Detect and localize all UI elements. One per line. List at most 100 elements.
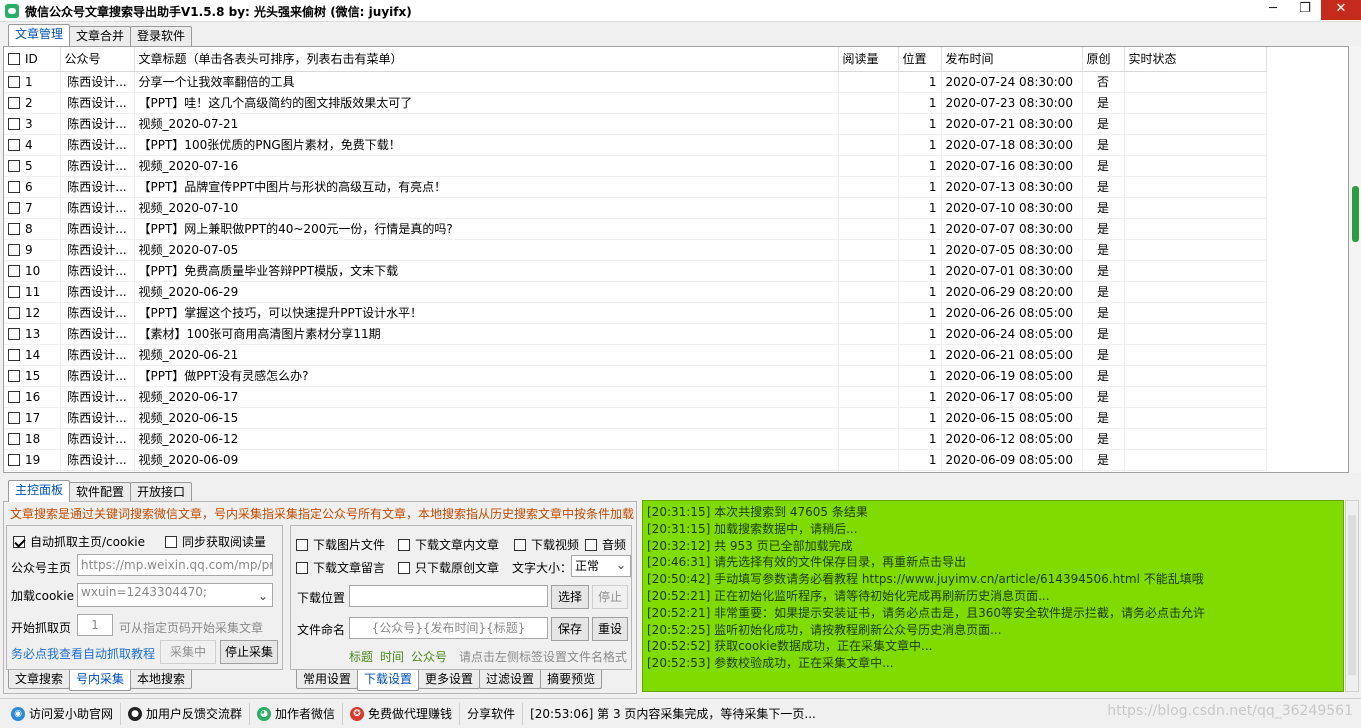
row-checkbox[interactable] [8, 159, 20, 172]
row-checkbox[interactable] [8, 138, 20, 151]
select-folder-button[interactable]: 选择 [551, 585, 589, 609]
table-row[interactable]: 4 陈西设计... 【PPT】100张优质的PNG图片素材，免费下载！ 1 2020-0… [4, 134, 1267, 156]
header-position[interactable]: 位置 [898, 47, 942, 72]
table-row[interactable]: 1 陈西设计... 分享一个让我效率翻倍的工具 1 2020-07-24 08:30:0… [4, 71, 1267, 93]
grid-scrollbar[interactable] [1350, 46, 1361, 473]
download-video-checkbox[interactable]: 下载视频 [514, 536, 579, 553]
chevron-down-icon[interactable]: ⌄ [258, 588, 268, 604]
row-checkbox[interactable] [8, 432, 20, 445]
file-naming-input[interactable]: {公众号}{发布时间}{标题} [349, 617, 548, 639]
tab-summary-preview[interactable]: 摘要预览 [540, 670, 603, 689]
tab-local-search[interactable]: 本地搜索 [130, 670, 193, 689]
tab-article-search[interactable]: 文章搜索 [8, 670, 71, 689]
header-account[interactable]: 公众号 [60, 47, 135, 72]
original-only-checkbox[interactable]: 只下载原创文章 [398, 559, 499, 576]
download-location-input[interactable] [349, 585, 548, 607]
log-panel[interactable]: [20:31:15] 本次共搜索到 47605 条结果 [20:31:15] 加载… [642, 500, 1344, 692]
sync-reads-check[interactable] [165, 536, 177, 548]
log-scrollbar-thumb[interactable] [1348, 515, 1356, 675]
audio-check[interactable] [585, 539, 597, 551]
header-original[interactable]: 原创 [1082, 47, 1125, 72]
row-checkbox[interactable] [8, 390, 20, 403]
sync-reads-checkbox[interactable]: 同步获取阅读量 [165, 533, 266, 550]
audio-checkbox[interactable]: 音频 [585, 536, 626, 553]
table-row[interactable]: 12 陈西设计... 【PPT】掌握这个技巧，可以快速提升PPT设计水平！ 1 2020… [4, 302, 1267, 324]
table-row[interactable]: 3 陈西设计... 视频_2020-07-21 1 2020-07-21 08:30:0… [4, 113, 1267, 135]
download-comments-check[interactable] [296, 562, 308, 574]
save-naming-button[interactable]: 保存 [551, 617, 589, 641]
row-checkbox[interactable] [8, 348, 20, 361]
row-checkbox[interactable] [8, 117, 20, 130]
header-id[interactable]: ID [4, 47, 61, 72]
original-only-check[interactable] [398, 562, 410, 574]
tag-time[interactable]: 时间 [380, 648, 404, 665]
download-comments-checkbox[interactable]: 下载文章留言 [296, 559, 385, 576]
table-row[interactable]: 18 陈西设计... 视频_2020-06-12 1 2020-06-12 08:05:… [4, 428, 1267, 450]
table-row[interactable]: 10 陈西设计... 【PPT】免费高质量毕业答辩PPT模版，文末下载 1 2020-0… [4, 260, 1267, 282]
row-checkbox[interactable] [8, 369, 20, 382]
tutorial-link[interactable]: 务必点我查看自动抓取教程 [11, 645, 155, 662]
tab-account-collect[interactable]: 号内采集 [69, 670, 132, 691]
tab-login-software[interactable]: 登录软件 [130, 26, 193, 46]
header-title[interactable]: 文章标题（单击各表头可排序，列表右击有菜单） [134, 47, 839, 72]
grid-scrollbar-thumb[interactable] [1352, 186, 1359, 242]
cookie-input[interactable]: wxuin=1243304470; ⌄ [77, 583, 273, 607]
row-checkbox[interactable] [8, 243, 20, 256]
row-checkbox[interactable] [8, 327, 20, 340]
share-software-button[interactable]: 分享软件 [460, 702, 524, 725]
download-images-checkbox[interactable]: 下载图片文件 [296, 536, 385, 553]
table-row[interactable]: 14 陈西设计... 视频_2020-06-21 1 2020-06-21 08:05:… [4, 344, 1267, 366]
download-images-check[interactable] [296, 539, 308, 551]
collecting-button[interactable]: 采集中 [160, 640, 216, 664]
font-size-select[interactable]: 正常 ⌄ [571, 555, 631, 577]
row-checkbox[interactable] [8, 180, 20, 193]
row-checkbox[interactable] [8, 222, 20, 235]
tab-main-panel[interactable]: 主控面板 [8, 480, 71, 502]
table-row[interactable]: 16 陈西设计... 视频_2020-06-17 1 2020-06-17 08:05:… [4, 386, 1267, 408]
table-row[interactable]: 7 陈西设计... 视频_2020-07-10 1 2020-07-10 08:30:0… [4, 197, 1267, 219]
row-checkbox[interactable] [8, 411, 20, 424]
tab-filter-settings[interactable]: 过滤设置 [479, 670, 542, 689]
tab-common-settings[interactable]: 常用设置 [296, 670, 359, 689]
reset-naming-button[interactable]: 重设 [592, 617, 628, 641]
row-checkbox[interactable] [8, 201, 20, 214]
tag-title[interactable]: 标题 [349, 648, 373, 665]
log-scrollbar[interactable] [1345, 500, 1359, 692]
row-checkbox[interactable] [8, 264, 20, 277]
stop-download-button[interactable]: 停止 [592, 585, 628, 609]
table-row[interactable]: 17 陈西设计... 视频_2020-06-15 1 2020-06-15 08:05:… [4, 407, 1267, 429]
start-page-input[interactable]: 1 [77, 614, 113, 636]
join-group-button[interactable]: ● 加用户反馈交流群 [121, 702, 251, 725]
tab-article-merge[interactable]: 文章合并 [69, 26, 132, 46]
stop-collect-button[interactable]: 停止采集 [220, 640, 278, 664]
table-row[interactable]: 9 陈西设计... 视频_2020-07-05 1 2020-07-05 08:30:0… [4, 239, 1267, 261]
tab-more-settings[interactable]: 更多设置 [418, 670, 481, 689]
table-row[interactable]: 6 陈西设计... 【PPT】品牌宣传PPT中图片与形状的高级互动，有亮点！ 1 202… [4, 176, 1267, 198]
table-row[interactable]: 8 陈西设计... 【PPT】网上兼职做PPT的40~200元一份，行情是真的吗? 1… [4, 218, 1267, 240]
select-all-checkbox[interactable] [8, 52, 20, 65]
table-row[interactable]: 11 陈西设计... 视频_2020-06-29 1 2020-06-29 08:20:… [4, 281, 1267, 303]
tab-article-manage[interactable]: 文章管理 [8, 24, 71, 46]
header-reads[interactable]: 阅读量 [838, 47, 899, 72]
table-row[interactable]: 2 陈西设计... 【PPT】哇！这几个高级简约的图文排版效果太可了 1 2020-07… [4, 92, 1267, 114]
row-checkbox[interactable] [8, 75, 20, 88]
row-checkbox[interactable] [8, 306, 20, 319]
homepage-input[interactable]: https://mp.weixin.qq.com/mp/profile_ext [77, 554, 273, 576]
minimize-button[interactable]: ─ [1257, 0, 1289, 20]
table-row[interactable]: 5 陈西设计... 视频_2020-07-16 1 2020-07-16 08:30:0… [4, 155, 1267, 177]
table-row[interactable]: 13 陈西设计... 【素材】100张可商用高清图片素材分享11期 1 2020-06-… [4, 323, 1267, 345]
row-checkbox[interactable] [8, 453, 20, 466]
tab-download-settings[interactable]: 下载设置 [357, 670, 420, 691]
row-checkbox[interactable] [8, 96, 20, 109]
tag-account[interactable]: 公众号 [411, 648, 447, 665]
close-button[interactable]: ✕ [1321, 0, 1361, 20]
auto-cookie-check[interactable] [13, 536, 25, 548]
download-inner-checkbox[interactable]: 下载文章内文章 [398, 536, 499, 553]
header-date[interactable]: 发布时间 [941, 47, 1083, 72]
visit-site-button[interactable]: ◉ 访问爱小助官网 [4, 702, 122, 725]
auto-cookie-checkbox[interactable]: 自动抓取主页/cookie [13, 533, 145, 550]
header-status[interactable]: 实时状态 [1124, 47, 1267, 72]
download-inner-check[interactable] [398, 539, 410, 551]
table-row[interactable]: 19 陈西设计... 视频_2020-06-09 1 2020-06-09 08:05:… [4, 449, 1267, 471]
download-video-check[interactable] [514, 539, 526, 551]
